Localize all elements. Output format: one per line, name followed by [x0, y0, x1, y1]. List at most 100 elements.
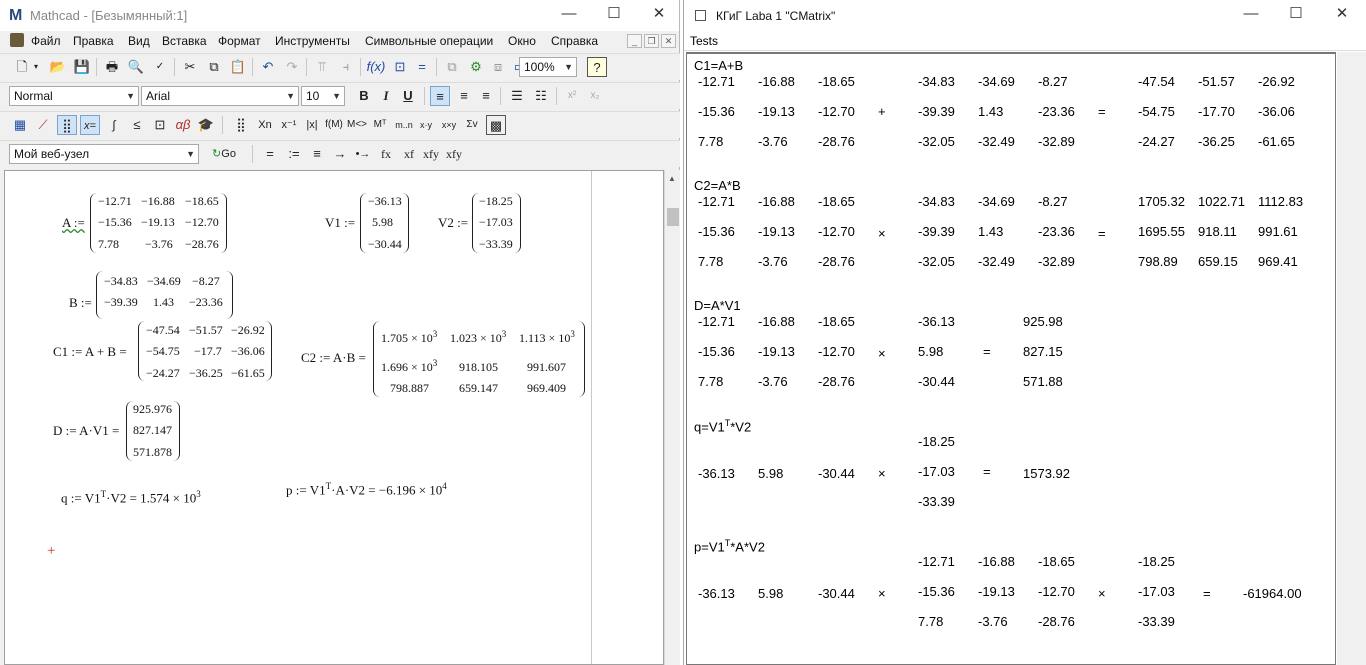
insert-unit-icon[interactable]: ⊡ — [390, 57, 410, 77]
cut-icon[interactable]: ✂ — [180, 57, 200, 77]
v2-definition-label[interactable]: V2 := — [438, 215, 468, 231]
redo-icon[interactable]: ↷ — [282, 57, 302, 77]
go-button[interactable]: ↻Go — [207, 144, 241, 164]
mdi-close-button[interactable]: ✕ — [661, 34, 676, 48]
mdi-restore-button[interactable]: ❐ — [644, 34, 659, 48]
minimize-button[interactable]: — — [1241, 4, 1261, 24]
menu-edit[interactable]: Правка — [73, 34, 114, 48]
transpose-icon[interactable]: Mᵀ — [370, 115, 390, 135]
copy-icon[interactable]: ⧉ — [204, 57, 224, 77]
italic-button[interactable]: I — [376, 86, 396, 106]
c2-expression-label[interactable]: C2 := A·B = — [301, 350, 366, 366]
resources-icon[interactable]: ⚙ — [466, 57, 486, 77]
hyperlink-icon[interactable]: ⧈ — [488, 57, 508, 77]
align-left-icon[interactable]: ⫞ — [336, 57, 356, 77]
vectorize-icon[interactable]: f(M) — [324, 115, 344, 135]
calculus-icon[interactable]: ∫ — [104, 115, 124, 135]
save-icon[interactable]: 💾 — [72, 57, 92, 77]
menu-format[interactable]: Формат — [218, 34, 261, 48]
calculator-icon[interactable]: ▦ — [10, 115, 30, 135]
scroll-thumb[interactable] — [667, 208, 679, 226]
align-center-icon[interactable]: ≡ — [454, 86, 474, 106]
bullet-list-icon[interactable]: ☰ — [507, 86, 527, 106]
paste-icon[interactable]: 📋 — [228, 57, 248, 77]
insert-function-icon[interactable]: f(x) — [366, 57, 386, 77]
v1-definition-label[interactable]: V1 := — [325, 215, 355, 231]
menu-insert[interactable]: Вставка — [162, 34, 207, 48]
p-expression[interactable]: p := V1T·A·V2 = −6.196 × 104 — [286, 481, 447, 498]
d-expression-label[interactable]: D := A·V1 = — [53, 423, 119, 439]
a-definition-label[interactable]: A := — [62, 215, 85, 231]
undo-icon[interactable]: ↶ — [258, 57, 278, 77]
help-icon[interactable]: ? — [587, 57, 607, 77]
programming-icon[interactable]: ⊡ — [150, 115, 170, 135]
vector-sum-icon[interactable]: Σv — [462, 115, 482, 135]
dot-product-icon[interactable]: x·y — [416, 115, 436, 135]
menu-symbolics[interactable]: Символьные операции — [365, 34, 493, 48]
menu-view[interactable]: Вид — [128, 34, 150, 48]
print-preview-icon[interactable]: 🔍 — [126, 57, 146, 77]
underline-button[interactable]: U — [398, 86, 418, 106]
align-left-text-icon[interactable]: ≡ — [430, 86, 450, 106]
c1-expression-label[interactable]: C1 := A + B = — [53, 344, 127, 360]
style-select[interactable]: Normal ▼ — [9, 86, 139, 106]
eval-equal-button[interactable]: = — [260, 144, 280, 164]
close-button[interactable]: ✕ — [649, 4, 669, 24]
q-expression[interactable]: q := V1T·V2 = 1.574 × 103 — [61, 489, 201, 506]
column-icon[interactable]: M<> — [347, 115, 367, 135]
new-icon[interactable]: 🗋 — [12, 57, 32, 77]
postfix-button[interactable]: xf — [399, 144, 419, 164]
symbolic-eval-button[interactable]: → — [330, 144, 350, 164]
treefix-button[interactable]: xfy — [444, 144, 464, 164]
spell-check-icon[interactable]: ✓ — [150, 57, 170, 77]
graph-icon[interactable]: ⟋ — [33, 115, 53, 135]
greek-icon[interactable]: αβ — [173, 115, 193, 135]
range-icon[interactable]: m..n — [394, 115, 414, 135]
maximize-button[interactable]: ☐ — [1286, 4, 1306, 24]
infix-button[interactable]: xfy — [421, 144, 441, 164]
minimize-button[interactable]: — — [559, 4, 579, 24]
global-define-button[interactable]: ≡ — [307, 144, 327, 164]
mdi-minimize-button[interactable]: _ — [627, 34, 642, 48]
numbered-list-icon[interactable]: ☷ — [531, 86, 551, 106]
b-definition-label[interactable]: B := — [69, 295, 92, 311]
menu-tools[interactable]: Инструменты — [275, 34, 350, 48]
align-top-icon[interactable]: ⫪ — [312, 57, 332, 77]
insert-matrix-icon[interactable]: ⣿ — [231, 115, 251, 135]
print-icon[interactable]: 🖶 — [102, 57, 122, 77]
evaluation-icon[interactable]: x= — [80, 115, 100, 135]
font-size-select[interactable]: 10 ▼ — [301, 86, 345, 106]
symbolic-icon[interactable]: 🎓 — [196, 115, 216, 135]
define-button[interactable]: := — [284, 144, 304, 164]
menu-help[interactable]: Справка — [551, 34, 598, 48]
subscript-index-icon[interactable]: Xn — [255, 115, 275, 135]
menu-file[interactable]: Файл — [31, 34, 61, 48]
worksheet[interactable]: A := −12.71 −16.88 −18.65 −15.36 −19.13 … — [4, 170, 664, 665]
document-icon[interactable] — [10, 33, 24, 47]
cross-product-icon[interactable]: x×y — [439, 115, 459, 135]
web-node-select[interactable]: Мой веб-узел ▼ — [9, 144, 199, 164]
determinant-icon[interactable]: |x| — [302, 115, 322, 135]
component-icon[interactable]: ⧉ — [442, 57, 462, 77]
bold-button[interactable]: B — [354, 86, 374, 106]
superscript-icon[interactable]: x² — [562, 86, 582, 106]
inverse-icon[interactable]: x⁻¹ — [279, 115, 299, 135]
align-right-icon[interactable]: ≡ — [476, 86, 496, 106]
menu-window[interactable]: Окно — [508, 34, 536, 48]
picture-icon[interactable]: ▩ — [486, 115, 506, 135]
matrix-icon[interactable]: ⣿ — [57, 115, 77, 135]
close-button[interactable]: ✕ — [1332, 4, 1352, 24]
new-dropdown-icon[interactable]: ▾ — [30, 57, 42, 77]
boolean-icon[interactable]: ≤ — [127, 115, 147, 135]
maximize-button[interactable]: ☐ — [604, 4, 624, 24]
keyword-eval-button[interactable]: •→ — [353, 144, 373, 164]
vertical-scrollbar[interactable]: ▲ — [664, 170, 680, 665]
scroll-up-icon[interactable]: ▲ — [668, 174, 676, 183]
subscript-icon[interactable]: x₂ — [585, 86, 605, 106]
zoom-select[interactable]: 100% ▼ — [519, 57, 577, 77]
open-icon[interactable]: 📂 — [48, 57, 68, 77]
font-select[interactable]: Arial ▼ — [141, 86, 299, 106]
calculate-icon[interactable]: = — [412, 57, 432, 77]
prefix-button[interactable]: fx — [376, 144, 396, 164]
menu-tests[interactable]: Tests — [690, 34, 718, 48]
